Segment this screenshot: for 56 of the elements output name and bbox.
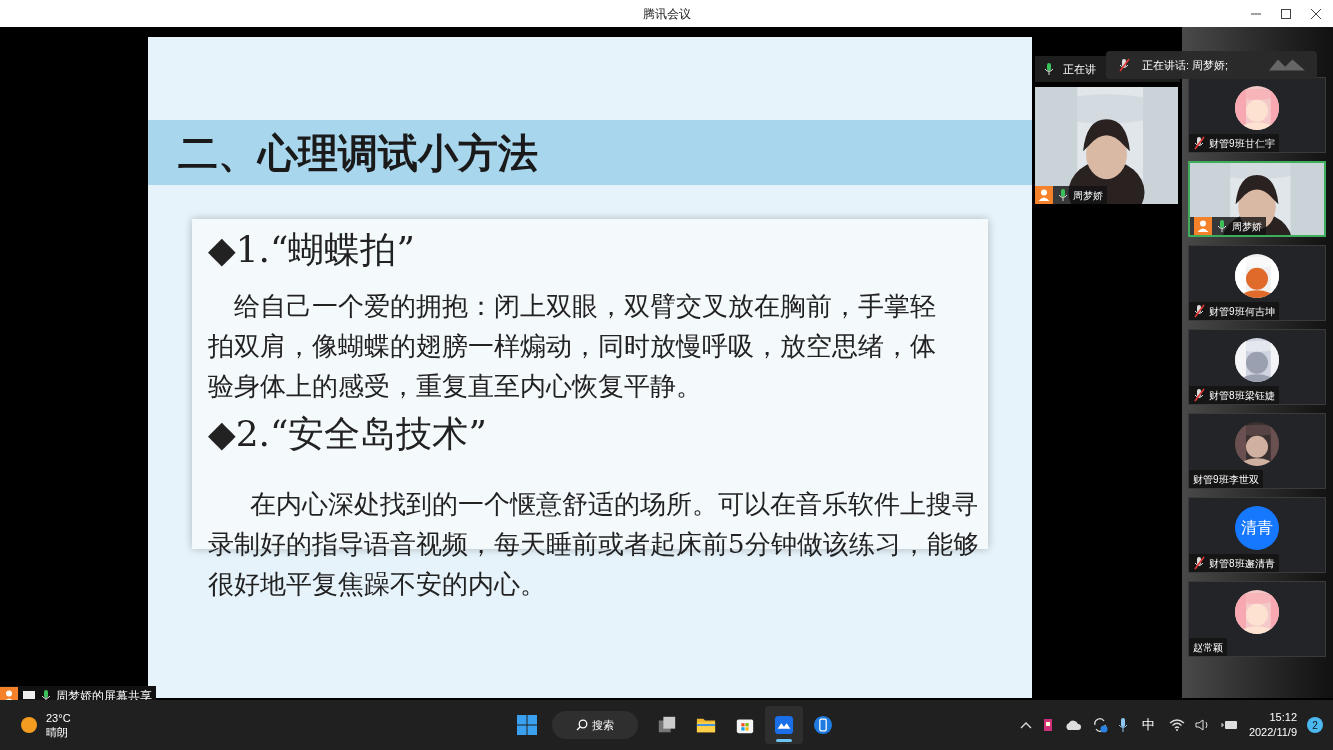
participant-tile[interactable]: 清青 财管8班邂清青 (1188, 497, 1326, 573)
participant-name: 财管9班何吉坤 (1209, 304, 1275, 319)
participant-tile[interactable]: 财管8班梁钰婕 (1188, 329, 1326, 405)
battery-icon[interactable] (1220, 719, 1239, 731)
tray-app-icon[interactable] (1041, 718, 1054, 732)
clock-date[interactable]: 2022/11/9 (1248, 725, 1297, 740)
window-title: 腾讯会议 (642, 5, 691, 23)
person-icon (1035, 186, 1053, 204)
meeting-logo-icon (1269, 57, 1305, 73)
speaker-text: 正在讲话: 周梦娇; (1142, 57, 1229, 73)
initials-avatar: 清青 (1235, 506, 1279, 550)
search-button[interactable]: 搜索 (552, 711, 638, 739)
participant-name: 赵常颖 (1193, 640, 1223, 655)
cloud-icon[interactable] (1063, 719, 1082, 731)
clock-time[interactable]: 15:12 (1269, 710, 1297, 725)
meeting-app-icon (774, 715, 794, 735)
section-text: 在内心深处找到的一个惬意舒适的场所。可以在音乐软件上搜寻录制好的指导语音视频，每天睡前或者起床前5分钟做该练习，能够很好地平复焦躁不安的内心。 (208, 488, 980, 601)
phone-icon (813, 715, 833, 735)
participant-name: 周梦娇 (1232, 219, 1262, 234)
mic-icon (40, 689, 52, 703)
maximize-icon[interactable] (1281, 8, 1291, 19)
participant-tile[interactable]: 周梦娇 (1188, 161, 1326, 237)
section-heading: ◆1.“蝴蝶拍” (208, 228, 416, 272)
participant-name: 财管8班邂清青 (1209, 556, 1275, 571)
section-text: 给自己一个爱的拥抱：闭上双眼，双臂交叉放在胸前，手掌轻拍双肩，像蝴蝶的翅膀一样煽动，同时放慢呼吸，放空思绪，体验身体上的感受，重复直至内心恢复平静。 (208, 290, 937, 403)
person-icon (1194, 217, 1212, 235)
muted-mic-icon (1118, 58, 1130, 72)
participant-name: 财管9班李世双 (1193, 472, 1259, 487)
screen-share-icon (22, 690, 36, 702)
participant-name: 财管9班甘仁宇 (1209, 136, 1275, 151)
windows-icon (517, 715, 537, 735)
speaker-text: 正在讲 (1063, 61, 1096, 77)
mic-icon (1057, 188, 1069, 202)
notification-badge[interactable]: 2 (1307, 717, 1323, 733)
weather-sun-icon (20, 716, 38, 734)
volume-icon[interactable] (1194, 719, 1211, 731)
task-view-icon (657, 715, 677, 735)
weather-desc: 晴朗 (46, 725, 69, 739)
participant-tile[interactable]: 财管9班李世双 (1188, 413, 1326, 489)
taskbar-app[interactable] (765, 706, 803, 744)
wifi-icon[interactable] (1168, 719, 1185, 731)
search-icon (576, 719, 588, 731)
participant-name: 财管8班梁钰婕 (1209, 388, 1275, 403)
sync-icon[interactable] (1091, 717, 1108, 733)
close-icon[interactable] (1311, 8, 1321, 19)
participant-tile[interactable]: 财管9班何吉坤 (1188, 245, 1326, 321)
slide-title: 二、心理调试小方法 (178, 132, 538, 173)
mic-icon[interactable] (1117, 717, 1128, 733)
ime-indicator[interactable]: 中 (1137, 715, 1159, 735)
weather-temp: 23°C (46, 711, 71, 725)
section-heading: ◆2.“安全岛技术” (208, 412, 488, 456)
mic-icon (1043, 62, 1055, 76)
video-name: 周梦娇 (1073, 188, 1103, 203)
participant-tile[interactable]: 赵常颖 (1188, 581, 1326, 657)
chevron-up-icon[interactable] (1019, 721, 1032, 729)
participant-tile[interactable]: 财管9班甘仁宇 (1188, 77, 1326, 153)
